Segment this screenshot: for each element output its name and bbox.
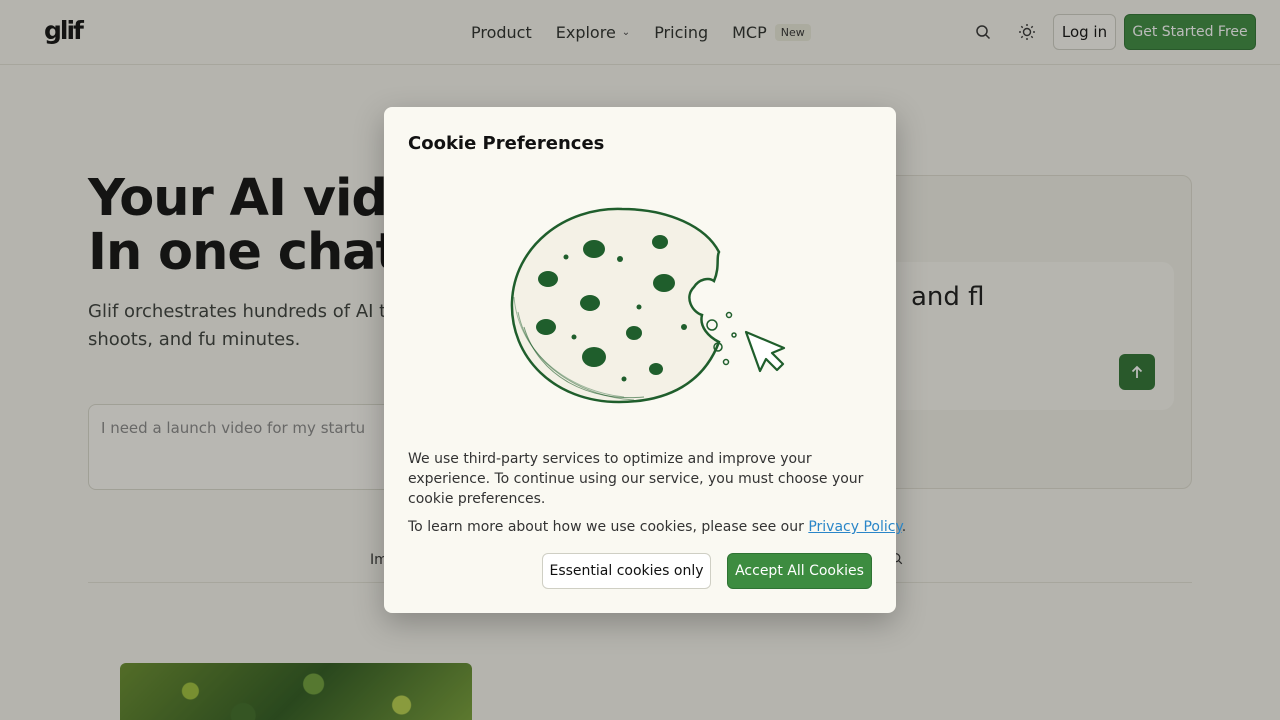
learn-more-suffix: . (901, 519, 907, 535)
essential-cookies-button[interactable]: Essential cookies only (542, 553, 711, 589)
cookie-learn-more: To learn more about how we use cookies, … (408, 517, 906, 537)
privacy-policy-link[interactable]: Privacy Policy (808, 519, 901, 535)
accept-all-cookies-button[interactable]: Accept All Cookies (727, 553, 872, 589)
cookie-description: We use third-party services to optimize … (408, 451, 864, 507)
cookie-preferences-dialog: Cookie Preferences We use third-party se… (384, 107, 906, 613)
learn-more-text: To learn more about how we use cookies, … (408, 519, 809, 535)
dialog-title: Cookie Preferences (408, 133, 605, 154)
cookie-illustration (510, 207, 786, 404)
